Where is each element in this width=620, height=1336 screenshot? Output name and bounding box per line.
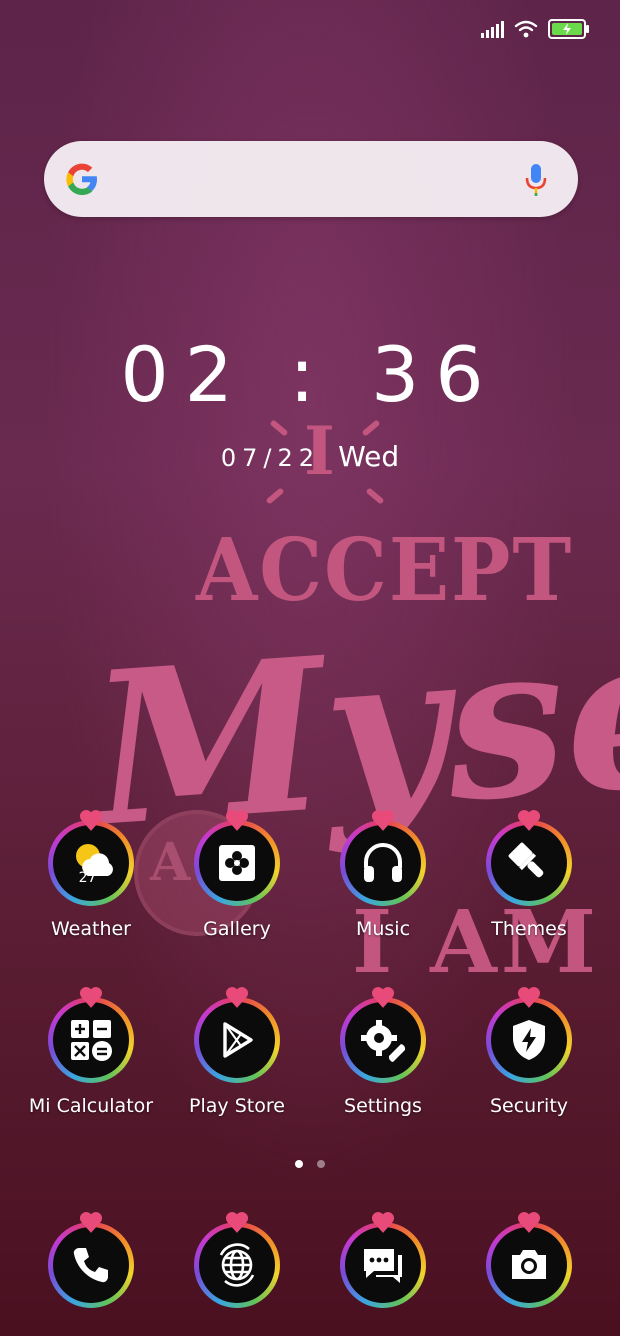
- wallpaper-ray: [361, 419, 381, 437]
- date-text: 07/22: [220, 444, 321, 472]
- page-dot[interactable]: [317, 1160, 325, 1168]
- app-label: Mi Calculator: [28, 1095, 154, 1117]
- app-label: Settings: [344, 1095, 422, 1117]
- heart-icon: [517, 987, 541, 1008]
- page-indicator[interactable]: [0, 1160, 620, 1168]
- app-label: Weather: [51, 918, 131, 940]
- heart-icon: [371, 810, 395, 831]
- app-music[interactable]: Music: [310, 810, 456, 940]
- heart-icon: [79, 810, 103, 831]
- app-label: Security: [489, 1095, 569, 1117]
- weather-temp: 27°: [78, 870, 104, 886]
- app-security[interactable]: Security: [456, 987, 602, 1117]
- app-label: Gallery: [203, 918, 271, 940]
- dock-browser[interactable]: [164, 1212, 310, 1308]
- app-play-store[interactable]: Play Store: [164, 987, 310, 1117]
- battery-icon: [548, 19, 589, 39]
- dock-phone[interactable]: [18, 1212, 164, 1308]
- dock-messages[interactable]: [310, 1212, 456, 1308]
- heart-icon: [225, 987, 249, 1008]
- microphone-icon[interactable]: [524, 163, 548, 197]
- wifi-icon: [514, 20, 538, 38]
- heart-icon: [371, 987, 395, 1008]
- wallpaper-ray: [365, 487, 385, 505]
- heart-icon: [225, 1212, 249, 1233]
- heart-icon: [517, 810, 541, 831]
- app-settings[interactable]: Settings: [310, 987, 456, 1117]
- app-weather[interactable]: 27° Weather: [18, 810, 164, 940]
- wallpaper-ray: [269, 419, 289, 437]
- app-label: Play Store: [189, 1095, 285, 1117]
- app-gallery[interactable]: Gallery: [164, 810, 310, 940]
- clock-widget-time[interactable]: 02 : 36: [0, 330, 620, 419]
- google-logo-icon: [66, 163, 97, 195]
- app-mi-calculator[interactable]: Mi Calculator: [18, 987, 164, 1117]
- google-search-bar[interactable]: [44, 141, 578, 217]
- app-themes[interactable]: Themes: [456, 810, 602, 940]
- weekday-text: Wed: [338, 440, 400, 473]
- dock-camera[interactable]: [456, 1212, 602, 1308]
- clock-widget-date[interactable]: 07/22 Wed: [0, 440, 620, 473]
- signal-icon: [481, 20, 504, 38]
- heart-icon: [371, 1212, 395, 1233]
- app-label: Themes: [491, 918, 567, 940]
- heart-icon: [79, 987, 103, 1008]
- page-dot-active[interactable]: [295, 1160, 303, 1168]
- status-bar: [481, 14, 589, 44]
- heart-icon: [225, 810, 249, 831]
- app-label: Music: [355, 918, 411, 940]
- wallpaper-ray: [265, 487, 285, 505]
- heart-icon: [517, 1212, 541, 1233]
- heart-icon: [79, 1212, 103, 1233]
